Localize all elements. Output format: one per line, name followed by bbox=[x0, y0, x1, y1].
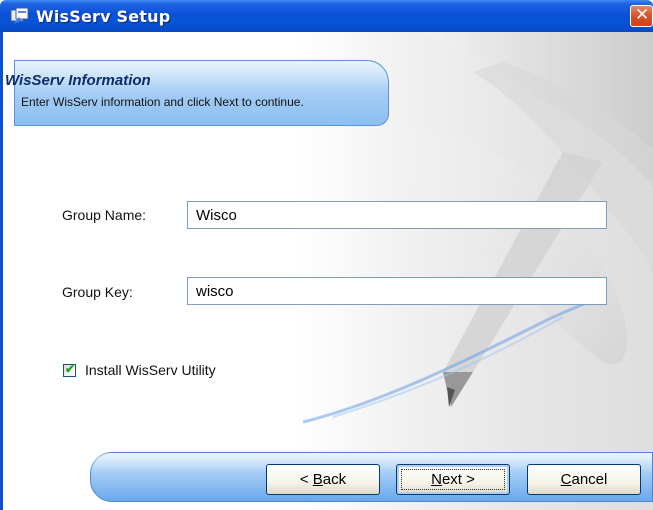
page-title: WisServ Information bbox=[5, 72, 151, 89]
group-name-label: Group Name: bbox=[62, 207, 147, 223]
back-accesskey: B bbox=[312, 471, 323, 488]
back-label-rest: ack bbox=[322, 471, 347, 488]
title-bar: WisServ Setup ✕ bbox=[0, 0, 653, 32]
close-icon: ✕ bbox=[635, 5, 650, 25]
cancel-accesskey: C bbox=[560, 471, 572, 488]
next-button[interactable]: Next > bbox=[396, 464, 510, 495]
setup-app-icon bbox=[10, 7, 29, 24]
group-key-label: Group Key: bbox=[62, 284, 133, 300]
window-title: WisServ Setup bbox=[36, 7, 171, 26]
install-utility-label[interactable]: Install WisServ Utility bbox=[85, 362, 216, 378]
install-utility-checkbox[interactable]: ✔ bbox=[63, 362, 76, 377]
cancel-button[interactable]: Cancel bbox=[527, 464, 641, 495]
close-button[interactable]: ✕ bbox=[630, 5, 653, 27]
group-name-input[interactable]: Wisco bbox=[187, 201, 607, 229]
next-accesskey: N bbox=[431, 471, 442, 488]
header-band bbox=[14, 60, 389, 126]
cancel-label-rest: ancel bbox=[571, 471, 608, 488]
page-subtitle: Enter WisServ information and click Next… bbox=[21, 95, 304, 109]
next-label-rest: ext > bbox=[441, 471, 475, 488]
back-button[interactable]: < Back bbox=[266, 464, 380, 495]
checkmark-icon: ✔ bbox=[65, 362, 76, 376]
group-key-input[interactable]: wisco bbox=[187, 277, 607, 305]
back-prefix: < bbox=[299, 471, 313, 488]
